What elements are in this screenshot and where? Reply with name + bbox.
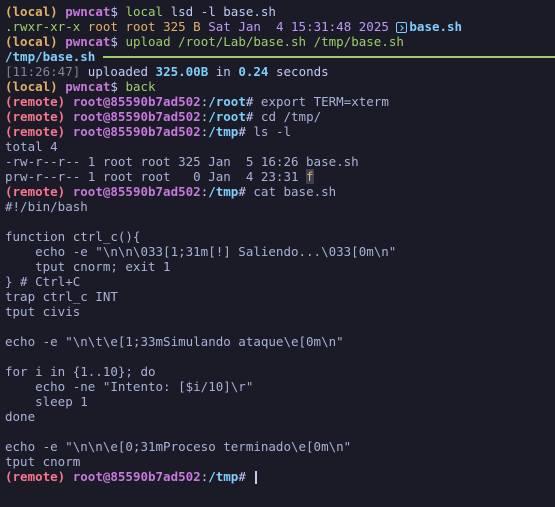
file-size: 325 B [163,19,201,34]
remote-path: /tmp [208,469,239,484]
local-prompt: (local) [5,4,58,19]
script-line: for i in {1..10}; do [5,364,156,379]
command-args: lsd -l base.sh [163,4,276,19]
remote-path: /root [208,94,246,109]
remote-path: /root [208,109,246,124]
script-line: echo -e "\n\t\e[1;33mSimulando ataque\e[… [5,334,344,349]
upload-progress-bar [103,55,555,58]
remote-user: root@85590b7ad502 [72,184,201,199]
ls-total: total 4 [5,139,58,154]
script-line: done [5,409,36,424]
command-args: /root/Lab/base.sh /tmp/base.sh [170,34,404,49]
remote-prompt: (remote) [5,94,66,109]
remote-path: /tmp [208,184,239,199]
remote-path: /tmp [208,124,239,139]
local-prompt: (local) [5,79,58,94]
remote-prompt-line: (remote) root@85590b7ad502:/root# export… [5,94,389,109]
prompt-symbol: $ [110,4,118,19]
script-line: tput cnorm; exit 1 [5,259,171,274]
command-keyword: upload [125,34,171,49]
script-line: #!/bin/bash [5,199,88,214]
prompt-symbol: $ [110,79,118,94]
remote-prompt-line: (remote) root@85590b7ad502:/tmp# ls -l [5,124,292,139]
script-line: echo -e "\n\n\e[0;31mProceso terminado\e… [5,439,352,454]
fifo-file-name: f [306,169,314,184]
upload-amount: 325.00B [155,64,209,79]
remote-prompt: (remote) [5,184,66,199]
prompt-user: pwncat [65,79,111,94]
upload-timestamp: [11:26:47] [5,64,81,79]
file-name: base.sh [409,19,463,34]
prompt-line: (local) pwncat$ back [5,79,555,94]
script-line: tput cnorm [5,454,81,469]
script-line [5,424,555,439]
script-line: echo -e "\n\n\033[1;31m[!] Saliendo...\0… [5,244,397,259]
remote-prompt-line: (remote) root@85590b7ad502:/root# cd /tm… [5,109,322,124]
script-line: echo -ne "Intento: [$i/10]\r" [5,379,254,394]
upload-status: [11:26:47] uploaded 325.00B in 0.24 seco… [5,64,329,79]
file-owner: root [87,19,118,34]
prompt-line: (local) pwncat$ upload /root/Lab/base.sh… [5,34,555,49]
terminal[interactable]: (local) pwncat$ local lsd -l base.sh .rw… [5,4,555,484]
remote-user: root@85590b7ad502 [72,124,201,139]
command-text: ls -l [253,124,292,139]
prompt-symbol: $ [110,34,118,49]
script-line: function ctrl_c(){ [5,229,141,244]
lsd-output-row: .rwxr-xr-x root root 325 B Sat Jan 4 15:… [5,19,555,34]
remote-prompt: (remote) [5,109,66,124]
script-line: sleep 1 [5,394,88,409]
command-keyword: back [125,79,156,94]
file-group: root [125,19,156,34]
file-date: Sat Jan 4 15:31:48 2025 [208,19,389,34]
script-content: #!/bin/bash function ctrl_c(){ echo -e "\… [5,199,555,469]
upload-duration: 0.24 [238,64,269,79]
prompt-line: (local) pwncat$ local lsd -l base.sh [5,4,555,19]
remote-prompt-line: (remote) root@85590b7ad502:/tmp# cat bas… [5,184,337,199]
prompt-user: pwncat [65,34,111,49]
script-line [5,349,555,364]
script-line: trap ctrl_c INT [5,289,118,304]
ls-row: -rw-r--r-- 1 root root 325 Jan 5 16:26 b… [5,154,359,169]
script-line: tput civis [5,304,81,319]
remote-prompt: (remote) [5,469,66,484]
prompt-user: pwncat [65,4,111,19]
local-prompt: (local) [5,34,58,49]
script-line [5,214,555,229]
remote-prompt: (remote) [5,124,66,139]
active-prompt-line[interactable]: (remote) root@85590b7ad502:/tmp# [5,469,555,484]
upload-progress-row: /tmp/base.sh [5,49,555,64]
remote-user: root@85590b7ad502 [72,94,201,109]
remote-user: root@85590b7ad502 [72,469,201,484]
file-icon [396,22,408,33]
script-line [5,319,555,334]
script-line: } # Ctrl+C [5,274,81,289]
text-cursor[interactable] [255,471,258,484]
upload-path: /tmp/base.sh [5,49,96,64]
command-keyword: local [125,4,164,19]
ls-row: prw-r--r-- 1 root root 0 Jan 4 23:31 f [5,169,314,184]
remote-user: root@85590b7ad502 [72,109,201,124]
command-text: export TERM=xterm [260,94,389,109]
file-permissions: .rwxr-xr-x [5,19,81,34]
command-text: cat base.sh [253,184,337,199]
command-text: cd /tmp/ [260,109,322,124]
